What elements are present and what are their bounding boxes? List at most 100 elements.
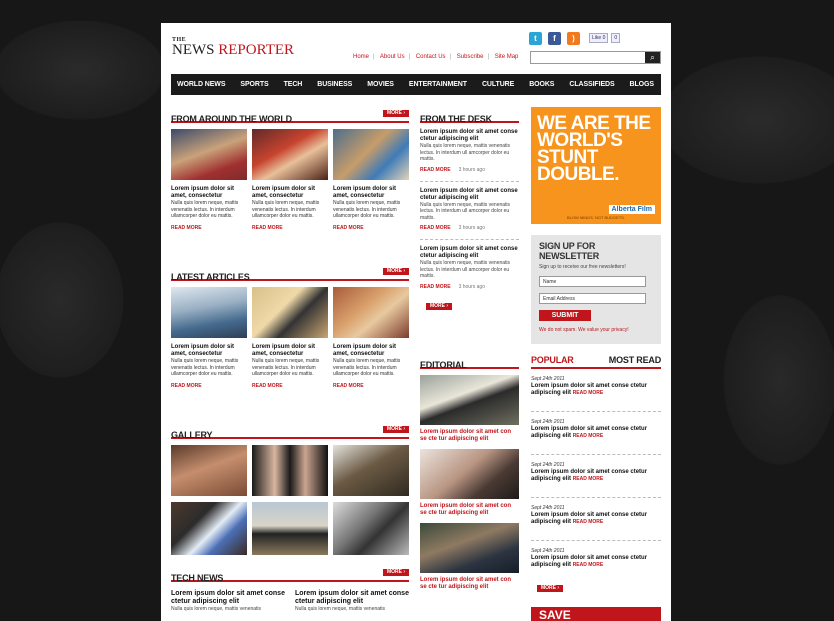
- tech-article[interactable]: Lorem ipsum dolor sit amet conse ctetur …: [295, 590, 409, 612]
- latest-more-button[interactable]: MORE ›: [382, 268, 409, 275]
- read-more-link[interactable]: READ MORE: [420, 284, 451, 290]
- nav-world-news[interactable]: World News: [177, 81, 225, 88]
- article-image[interactable]: [171, 129, 247, 180]
- editorial-caption[interactable]: Lorem ipsum dolor sit amet con se cte tu…: [420, 577, 519, 591]
- read-more-link[interactable]: READ MORE: [333, 383, 409, 389]
- popular-section: Popular Most Read Sept 24th 2011 Lorem ips…: [531, 355, 661, 593]
- alberta-film-logo: Alberta Film: [608, 205, 655, 214]
- article-image[interactable]: [252, 287, 328, 338]
- desk-more-button[interactable]: MORE ›: [425, 302, 452, 310]
- gallery-section: Gallery MORE ›: [171, 425, 409, 555]
- toplink-subscribe[interactable]: Subscribe: [457, 54, 484, 60]
- popular-more-button[interactable]: MORE ›: [536, 585, 563, 592]
- newsletter-box: Sign up for Newsletter Sign up to receiv…: [531, 235, 661, 344]
- toplink-contact[interactable]: Contact Us: [416, 54, 446, 60]
- article-image[interactable]: [252, 129, 328, 180]
- gallery-more-button[interactable]: MORE ›: [382, 426, 409, 433]
- article-card: Lorem ipsum dolor sit amet, consectetur N…: [171, 180, 247, 231]
- logo-news: NEWS: [172, 42, 215, 58]
- submit-button[interactable]: SUBMIT: [539, 310, 591, 321]
- nav-classifieds[interactable]: Classifieds: [569, 81, 614, 88]
- nav-entertainment[interactable]: Entertainment: [409, 81, 467, 88]
- toplink-home[interactable]: Home: [353, 54, 369, 60]
- nav-sports[interactable]: Sports: [240, 81, 268, 88]
- read-more-link[interactable]: READ MORE: [420, 167, 451, 173]
- nav-blogs[interactable]: Blogs: [630, 81, 654, 88]
- list-item[interactable]: Sept 24th 2011 Lorem ipsum dolor sit amet…: [531, 498, 661, 541]
- gallery-image[interactable]: [171, 502, 247, 555]
- read-more-link[interactable]: READ MORE: [171, 225, 247, 231]
- latest-title: Latest Articles: [171, 272, 250, 282]
- list-item[interactable]: Sept 24th 2011 Lorem ipsum dolor sit amet…: [531, 455, 661, 498]
- twitter-icon[interactable]: t: [529, 32, 542, 45]
- read-more-link[interactable]: READ MORE: [252, 225, 328, 231]
- desk-item: Lorem ipsum dolor sit amet conse ctetur …: [420, 182, 519, 240]
- tech-news-section: Tech News MORE › Lorem ipsum dolor sit am…: [171, 568, 409, 612]
- site-logo[interactable]: THE NEWS REPORTER: [172, 37, 302, 59]
- editorial-caption[interactable]: Lorem ipsum dolor sit amet con se cte tu…: [420, 503, 519, 517]
- gallery-image[interactable]: [333, 445, 409, 496]
- toplink-about[interactable]: About Us: [380, 54, 405, 60]
- desk-item: Lorem ipsum dolor sit amet conse ctetur …: [420, 246, 518, 290]
- search-icon[interactable]: ⌕: [645, 52, 660, 63]
- nav-culture[interactable]: Culture: [482, 81, 514, 88]
- tech-more-button[interactable]: MORE ›: [382, 569, 409, 576]
- editorial-image[interactable]: [420, 375, 519, 425]
- latest-section: Latest Articles MORE › Lorem ipsum dolor …: [171, 267, 409, 389]
- article-card: Lorem ipsum dolor sit amet, consectetur N…: [333, 180, 409, 231]
- tab-most-read[interactable]: Most Read: [609, 355, 661, 367]
- like-widgets: Like 0 0: [589, 33, 621, 43]
- top-links: Home | About Us | Contact Us | Subscribe | S…: [353, 54, 519, 60]
- gallery-image[interactable]: [252, 502, 328, 555]
- gallery-image[interactable]: [171, 445, 247, 496]
- nav-books[interactable]: Books: [529, 81, 554, 88]
- newsletter-title: Sign up for Newsletter: [539, 241, 599, 261]
- article-image[interactable]: [333, 287, 409, 338]
- search-box: ⌕: [530, 51, 661, 64]
- read-more-link[interactable]: READ MORE: [333, 225, 409, 231]
- advertisement-banner[interactable]: WE ARE THE WORLD'S STUNT DOUBLE. Alberta…: [531, 107, 661, 224]
- tech-title: Tech News: [171, 573, 224, 583]
- world-section: From Around the World MORE › Lorem ipsum …: [171, 109, 409, 231]
- nav-tech[interactable]: Tech: [284, 81, 303, 88]
- facebook-icon[interactable]: f: [548, 32, 561, 45]
- article-card: Lorem ipsum dolor sit amet, consectetur N…: [171, 338, 247, 389]
- editorial-title: Editorial: [420, 360, 467, 370]
- main-nav: World News Sports Tech Business Movies E…: [171, 74, 661, 95]
- read-more-link[interactable]: READ MORE: [252, 383, 328, 389]
- article-image[interactable]: [171, 287, 247, 338]
- article-card: Lorem ipsum dolor sit amet, consectetur N…: [252, 180, 328, 231]
- gallery-image[interactable]: [252, 445, 328, 496]
- social-icons: t f ): [529, 32, 580, 45]
- editorial-image[interactable]: [420, 523, 519, 573]
- gallery-image[interactable]: [333, 502, 409, 555]
- logo-reporter: REPORTER: [214, 42, 295, 58]
- read-more-link[interactable]: READ MORE: [420, 225, 451, 231]
- nav-business[interactable]: Business: [317, 81, 352, 88]
- tech-article[interactable]: Lorem ipsum dolor sit amet conse ctetur …: [171, 590, 285, 612]
- tweet-button[interactable]: 0: [611, 33, 621, 43]
- list-item[interactable]: Sept 24th 2011 Lorem ipsum dolor sit amet…: [531, 541, 661, 584]
- rss-icon[interactable]: ): [567, 32, 580, 45]
- world-title: From Around the World: [171, 114, 292, 124]
- world-more-button[interactable]: MORE ›: [382, 110, 409, 117]
- editorial-section: Editorial Lorem ipsum dolor sit amet con…: [420, 355, 519, 591]
- nav-movies[interactable]: Movies: [367, 81, 394, 88]
- tab-popular[interactable]: Popular: [531, 355, 574, 367]
- save-banner[interactable]: SAVE: [531, 607, 661, 621]
- email-field[interactable]: Email Address: [539, 293, 646, 304]
- read-more-link[interactable]: READ MORE: [171, 383, 247, 389]
- article-image[interactable]: [333, 129, 409, 180]
- editorial-image[interactable]: [420, 449, 519, 499]
- search-input[interactable]: [531, 52, 645, 63]
- list-item[interactable]: Sept 24th 2011 Lorem ipsum dolor sit amet…: [531, 369, 661, 412]
- list-item[interactable]: Sept 24th 2011 Lorem ipsum dolor sit amet…: [531, 412, 661, 455]
- toplink-sitemap[interactable]: Site Map: [495, 54, 519, 60]
- name-field[interactable]: Name: [539, 276, 646, 287]
- article-card: Lorem ipsum dolor sit amet, consectetur N…: [333, 338, 409, 389]
- gallery-title: Gallery: [171, 430, 213, 440]
- facebook-like-button[interactable]: Like 0: [589, 33, 609, 43]
- article-card: Lorem ipsum dolor sit amet, consectetur N…: [252, 338, 328, 389]
- newspaper-page: THE NEWS REPORTER t f ) Like 0 0 Home | A…: [161, 23, 671, 621]
- editorial-caption[interactable]: Lorem ipsum dolor sit amet con se cte tu…: [420, 429, 519, 443]
